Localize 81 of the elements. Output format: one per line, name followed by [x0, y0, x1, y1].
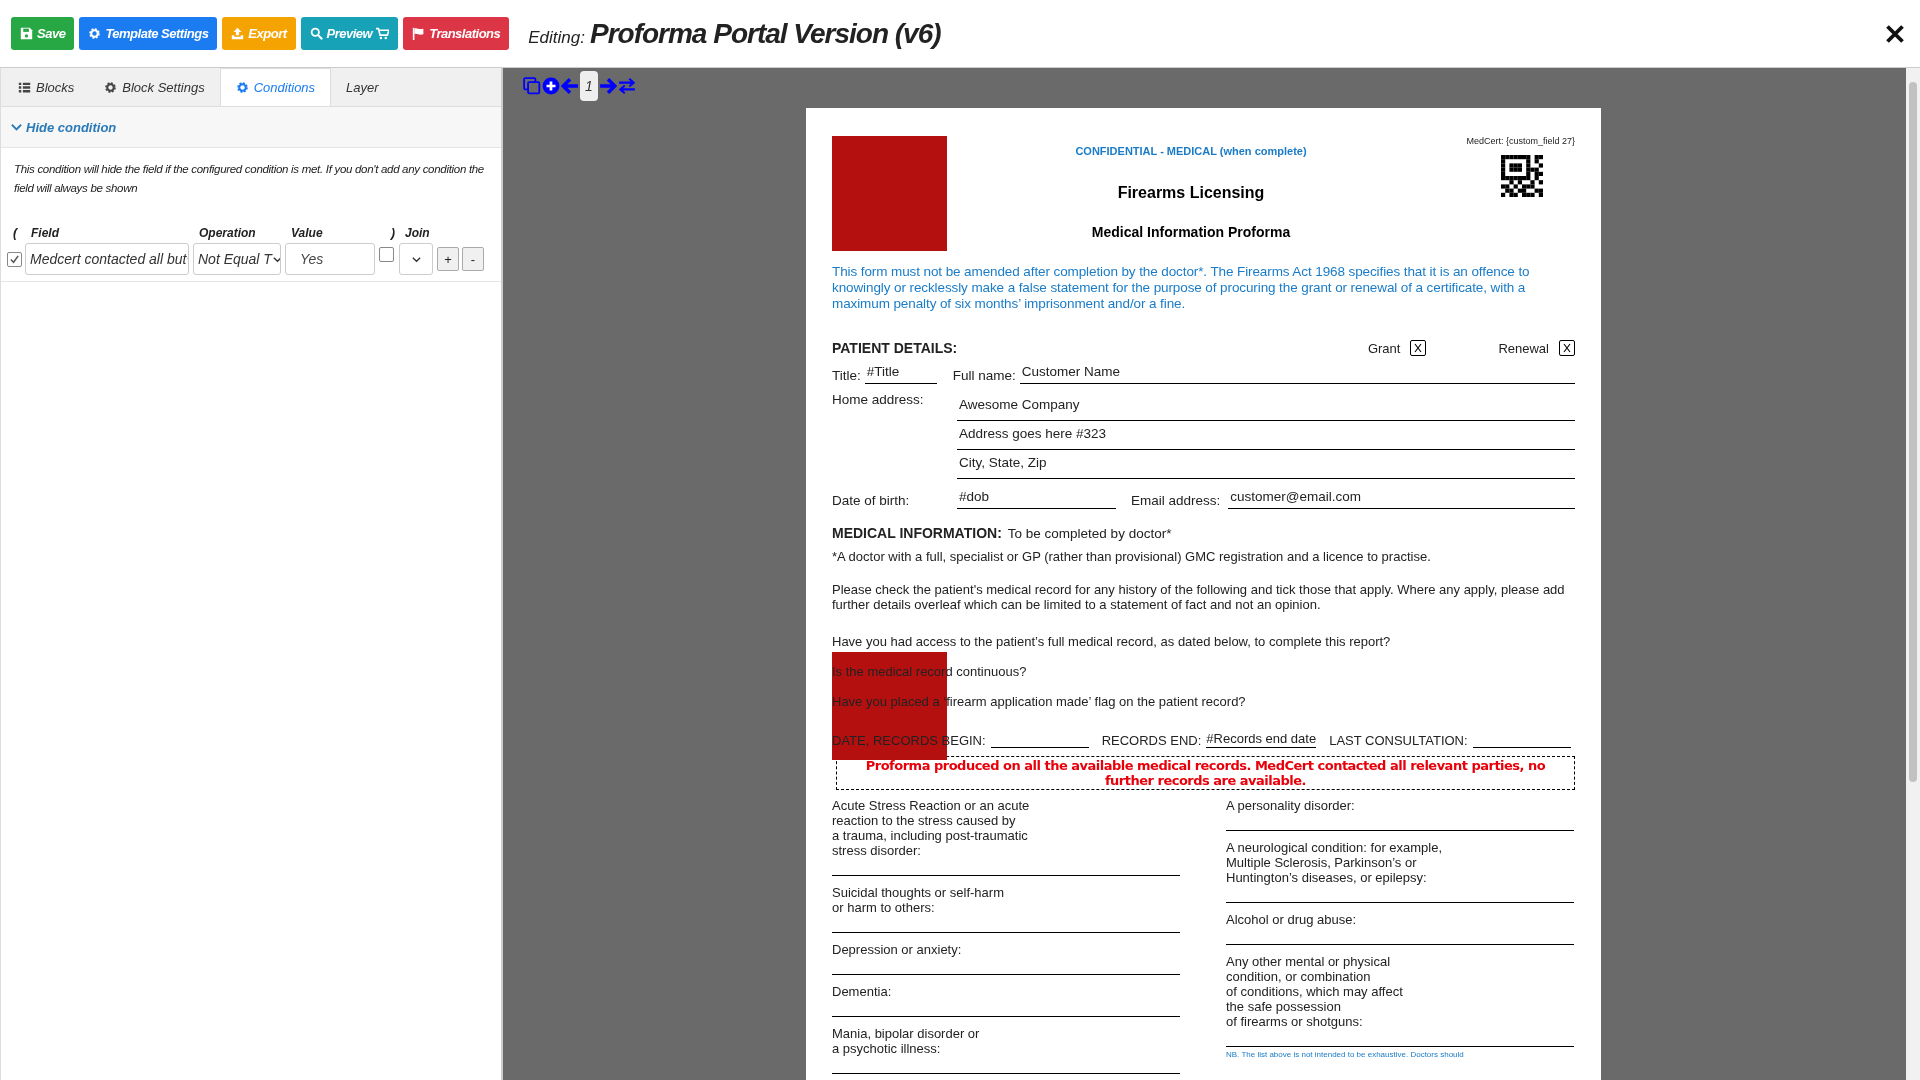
gear-icon [88, 27, 102, 40]
field-label: Email address: [1131, 493, 1221, 509]
instruction-text: *A doctor with a full, specialist or GP (rather than provisional) GMC registration and a licence to practise. [832, 549, 1432, 564]
address-field: Awesome Company [957, 392, 1575, 421]
address-field: Address goes here #323 [957, 421, 1575, 450]
email-field: customer@email.com [1228, 489, 1575, 509]
value-input[interactable]: Yes [285, 243, 375, 275]
date-label: LAST CONSULTATION: [1329, 733, 1468, 748]
translations-button[interactable]: Translations [403, 17, 510, 50]
checkbox[interactable] [7, 251, 22, 267]
condition-label: Suicidal thoughts or self-harm or harm to others: [832, 885, 1005, 915]
column-header: Field [30, 226, 61, 240]
join-dropdown[interactable] [399, 243, 433, 275]
checkbox[interactable] [379, 247, 394, 262]
field-label: Home address: [832, 392, 925, 409]
notice-text: Proforma produced on all the available medical records. MedCert contacted all relevant parties, no further records are available. [836, 756, 1575, 790]
title-field: #Title [864, 364, 937, 384]
column-header: Value [290, 226, 324, 240]
check-icon [9, 253, 20, 265]
flag-icon [412, 27, 426, 40]
warning-text: This form must not be amended after completion by the doctor*. The Firearms Act 1968 specifies that it is an offence to knowingly or recklessly make a false statement for the purpose of procuring the grant or renewal of a certificate, with a maximum penalty of six months’ imprisonment and/or a fine. [832, 264, 1531, 312]
section-heading: MEDICAL INFORMATION: [832, 525, 1002, 541]
section-heading: PATIENT DETAILS: [832, 340, 958, 356]
footnote-text: NB. The list above is not intended to be exhaustive. Doctors should [1226, 1050, 1465, 1059]
gear-icon [235, 81, 249, 94]
condition-description: This condition will hide the field if the configured condition is met. If you don't add any condition the field will always be shown [14, 162, 485, 196]
panel-tab[interactable]: Layer [331, 68, 394, 106]
swap-arrows-icon[interactable] [618, 77, 636, 95]
condition-label: A neurological condition: for example, Multiple Sclerosis, Parkinson’s or Huntington’s diseases, or epilepsy: [1226, 840, 1444, 885]
export-tray-icon [231, 27, 245, 40]
instruction-text: Please check the patient's medical record for any history of the following and tick those that apply. Where any apply, please add further details overleaf which can be limited to a statement of fact and not an opinion. [832, 582, 1566, 612]
template-title: Proforma Portal Version (v6) [589, 17, 941, 50]
confidential-label: CONFIDENTIAL - MEDICAL (when complete) [1075, 145, 1307, 157]
column-header: ( [12, 226, 19, 240]
condition-label: Acute Stress Reaction or an acute reaction to the stress caused by a trauma, including post-traumatic stress disorder: [832, 798, 1031, 858]
search-icon [309, 27, 323, 40]
scrollbar[interactable] [1906, 68, 1920, 1080]
panel-tab[interactable]: Blocks [3, 68, 90, 106]
date-label: RECORDS END: [1101, 733, 1202, 748]
add-button[interactable]: + [437, 247, 459, 271]
field-label: Title: [832, 368, 861, 384]
condition-label: A personality disorder: [1226, 798, 1356, 813]
section-header[interactable]: Hide condition [1, 107, 501, 148]
option-label: Renewal [1498, 340, 1549, 356]
arrow-right-icon[interactable] [599, 77, 617, 95]
date-field: #Records end date [1206, 730, 1317, 748]
column-header: ) [389, 226, 395, 240]
condition-label: Any other mental or physical condition, or combination of conditions, which may affect the safe possession of firearms or shotguns: [1226, 954, 1404, 1029]
operation-dropdown[interactable]: Not Equal T [193, 243, 281, 275]
chevron-down-icon [11, 121, 22, 133]
close-icon[interactable] [1885, 23, 1905, 44]
qr-code-icon [1501, 155, 1543, 197]
condition-label: Mania, bipolar disorder or a psychotic illness: [832, 1026, 981, 1056]
condition-label: Dementia: [832, 984, 893, 999]
gear-icon [104, 80, 118, 94]
cart-icon [376, 27, 390, 40]
plus-circle-icon[interactable] [542, 77, 560, 95]
medcert-label: MedCert: {custom_field 27} [1466, 136, 1575, 146]
list-icon [18, 80, 31, 94]
column-header: Join [404, 226, 431, 240]
panel-tab[interactable]: Block Settings [89, 68, 220, 106]
name-field: Customer Name [1019, 364, 1575, 384]
remove-button[interactable]: - [462, 247, 484, 271]
page-number-field[interactable]: 1 [580, 71, 598, 101]
column-header: Operation [198, 226, 257, 240]
scrollbar-thumb[interactable] [1909, 82, 1917, 782]
address-field: City, State, Zip [957, 450, 1575, 479]
field-label: Full name: [952, 368, 1016, 384]
document-title: Firearms Licensing [1117, 184, 1265, 202]
field-dropdown[interactable]: Medcert contacted all but [25, 243, 189, 275]
editing-label: Editing: [528, 27, 585, 48]
settings-button[interactable]: Template Settings [79, 17, 218, 50]
field-label: Date of birth: [832, 493, 911, 509]
panel-tab[interactable]: Conditions [219, 68, 332, 106]
question-text: Have you had access to the patient’s full medical record, as dated below, to complete this report? [832, 634, 1392, 650]
condition-label: Depression or anxiety: [832, 942, 963, 957]
option-label: Grant [1367, 340, 1401, 356]
document-subtitle: Medical Information Proforma [1091, 224, 1291, 240]
condition-label: Alcohol or drug abuse: [1226, 912, 1358, 927]
section-note: To be completed by doctor* [1007, 526, 1172, 541]
dob-field: #dob [957, 489, 1116, 509]
